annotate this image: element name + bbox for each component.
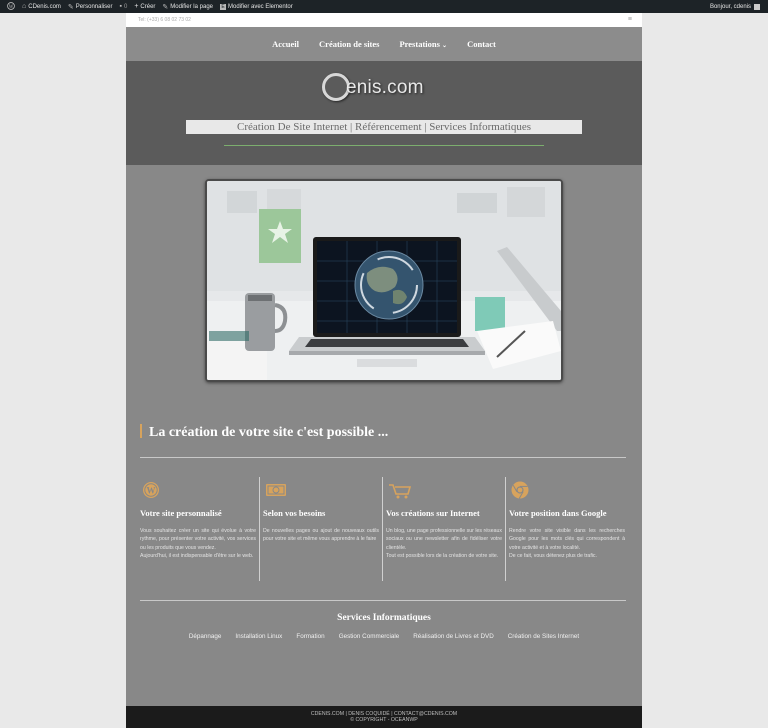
- feature-creations: Vos créations sur Internet Un blog, une …: [386, 477, 506, 583]
- hero-banner: enis.com Création De Site Internet | Réf…: [126, 61, 642, 165]
- wordpress-menu[interactable]: W: [7, 1, 15, 12]
- feature-text-line: Tout est possible lors de la création de…: [386, 553, 499, 560]
- customize-label: Personnaliser: [75, 3, 113, 10]
- wordpress-icon: W: [142, 481, 160, 499]
- nav-item-prestations-label: Prestations: [399, 39, 440, 49]
- laptop-illustration: [207, 181, 561, 380]
- feature-title: Votre site personnalisé: [140, 508, 222, 518]
- divider-bottom: [140, 600, 626, 601]
- feature-title: Votre position dans Google: [509, 508, 607, 518]
- hero-divider: [224, 145, 544, 146]
- customize-link[interactable]: ✎ Personnaliser: [68, 3, 113, 11]
- elementor-icon: E: [220, 3, 226, 10]
- logo-text: enis.com: [346, 77, 424, 98]
- column-separator: [505, 477, 506, 581]
- feature-text: Rendre votre site visible dans les reche…: [509, 527, 625, 561]
- edit-elementor-link[interactable]: E Modifier avec Elementor: [220, 3, 293, 10]
- phone-number: Tel: (+33) 6 08 02 73 02: [138, 17, 191, 23]
- site-footer: CDENIS.COM | DENIS COQUIDÉ | CONTACT@CDE…: [126, 706, 642, 728]
- site-tagline: Création De Site Internet | Référencemen…: [186, 120, 582, 134]
- divider-top: [140, 457, 626, 458]
- site-container: Tel: (+33) 6 08 02 73 02 ≡ Accueil Créat…: [126, 13, 642, 728]
- footer-copyright: © COPYRIGHT - OCEANWP: [350, 717, 418, 723]
- feature-text: Un blog, une page professionnelle sur le…: [386, 527, 502, 561]
- feature-text-line: Aujourd'hui, il est indispensable d'être…: [140, 553, 254, 560]
- svg-text:W: W: [9, 4, 14, 9]
- feature-text-line: De nouvelles pages ou ajout de nouveaux …: [263, 528, 379, 543]
- column-separator: [259, 477, 260, 581]
- new-content-label: Créer: [140, 3, 156, 10]
- heading-accent-bar: [140, 424, 142, 438]
- greeting: Bonjour, cdenis: [709, 3, 751, 10]
- nav-item-contact[interactable]: Contact: [467, 39, 496, 49]
- account-menu[interactable]: Bonjour, cdenis: [710, 0, 760, 13]
- chevron-down-icon: ⌄: [442, 43, 448, 49]
- feature-text-line: De ce fait, vous détenez plus de trafic.: [509, 553, 597, 560]
- main-nav: Accueil Création de sites Prestations ⌄ …: [126, 27, 642, 61]
- avatar: [754, 3, 760, 10]
- feature-title: Vos créations sur Internet: [386, 508, 480, 518]
- nav-item-accueil[interactable]: Accueil: [272, 39, 299, 49]
- feature-text-line: Un blog, une page professionnelle sur le…: [386, 528, 502, 551]
- new-content-link[interactable]: + Créer: [134, 3, 155, 10]
- service-link-gestion[interactable]: Gestion Commerciale: [339, 633, 400, 640]
- pencil-icon: ✎: [162, 3, 169, 11]
- feature-google: Votre position dans Google Rendre votre …: [509, 479, 625, 583]
- column-separator: [382, 477, 383, 581]
- section-heading-text: La création de votre site c'est possible…: [149, 425, 389, 440]
- feature-text: Vous souhaitez créer un site qui évolue …: [140, 527, 256, 561]
- wordpress-logo-icon: W: [7, 1, 15, 12]
- cart-icon: [388, 481, 412, 499]
- menu-icon[interactable]: ≡: [628, 16, 632, 23]
- brush-icon: ✎: [67, 3, 74, 11]
- feature-title: Selon vos besoins: [263, 508, 326, 518]
- feature-text: De nouvelles pages ou ajout de nouveaux …: [263, 527, 379, 544]
- nav-item-prestations[interactable]: Prestations ⌄: [399, 39, 447, 49]
- money-icon: [265, 481, 286, 499]
- hero-image: [205, 179, 563, 382]
- edit-elementor-label: Modifier avec Elementor: [228, 3, 293, 10]
- feature-besoins: Selon vos besoins De nouvelles pages ou …: [263, 477, 383, 583]
- edit-page-link[interactable]: ✎ Modifier la page: [162, 3, 213, 11]
- service-link-sites[interactable]: Création de Sites Internet: [508, 633, 579, 640]
- top-bar: Tel: (+33) 6 08 02 73 02 ≡: [126, 13, 642, 27]
- service-link-linux[interactable]: Installation Linux: [235, 633, 282, 640]
- nav-item-creation[interactable]: Création de sites: [319, 39, 379, 49]
- features-row: W Votre site personnalisé Vous souhaitez…: [140, 477, 626, 583]
- comments-link[interactable]: ▪ 0: [119, 3, 127, 10]
- plus-icon: +: [134, 3, 139, 10]
- feature-site-personnalise: W Votre site personnalisé Vous souhaitez…: [140, 477, 260, 583]
- feature-text-line: Rendre votre site visible dans les reche…: [509, 528, 625, 551]
- home-icon: ⌂: [22, 3, 27, 10]
- feature-text-line: Vous souhaitez créer un site qui évolue …: [140, 528, 256, 551]
- admin-site-link[interactable]: ⌂ CDenis.com: [22, 3, 61, 10]
- admin-site-name: CDenis.com: [28, 3, 61, 10]
- site-logo[interactable]: enis.com: [322, 73, 446, 107]
- edit-page-label: Modifier la page: [170, 3, 213, 10]
- services-links: Dépannage Installation Linux Formation G…: [126, 633, 642, 640]
- service-link-formation[interactable]: Formation: [296, 633, 324, 640]
- comments-count: 0: [123, 3, 128, 10]
- chrome-icon: [511, 481, 529, 499]
- service-link-livres-dvd[interactable]: Réalisation de Livres et DVD: [413, 633, 494, 640]
- svg-text:W: W: [147, 486, 156, 496]
- services-title: Services Informatiques: [337, 613, 431, 623]
- comment-icon: ▪: [119, 3, 122, 10]
- service-link-depannage[interactable]: Dépannage: [189, 633, 222, 640]
- admin-bar: W ⌂ CDenis.com ✎ Personnaliser ▪ 0 + Cré…: [0, 0, 768, 13]
- section-heading: La création de votre site c'est possible…: [140, 424, 388, 441]
